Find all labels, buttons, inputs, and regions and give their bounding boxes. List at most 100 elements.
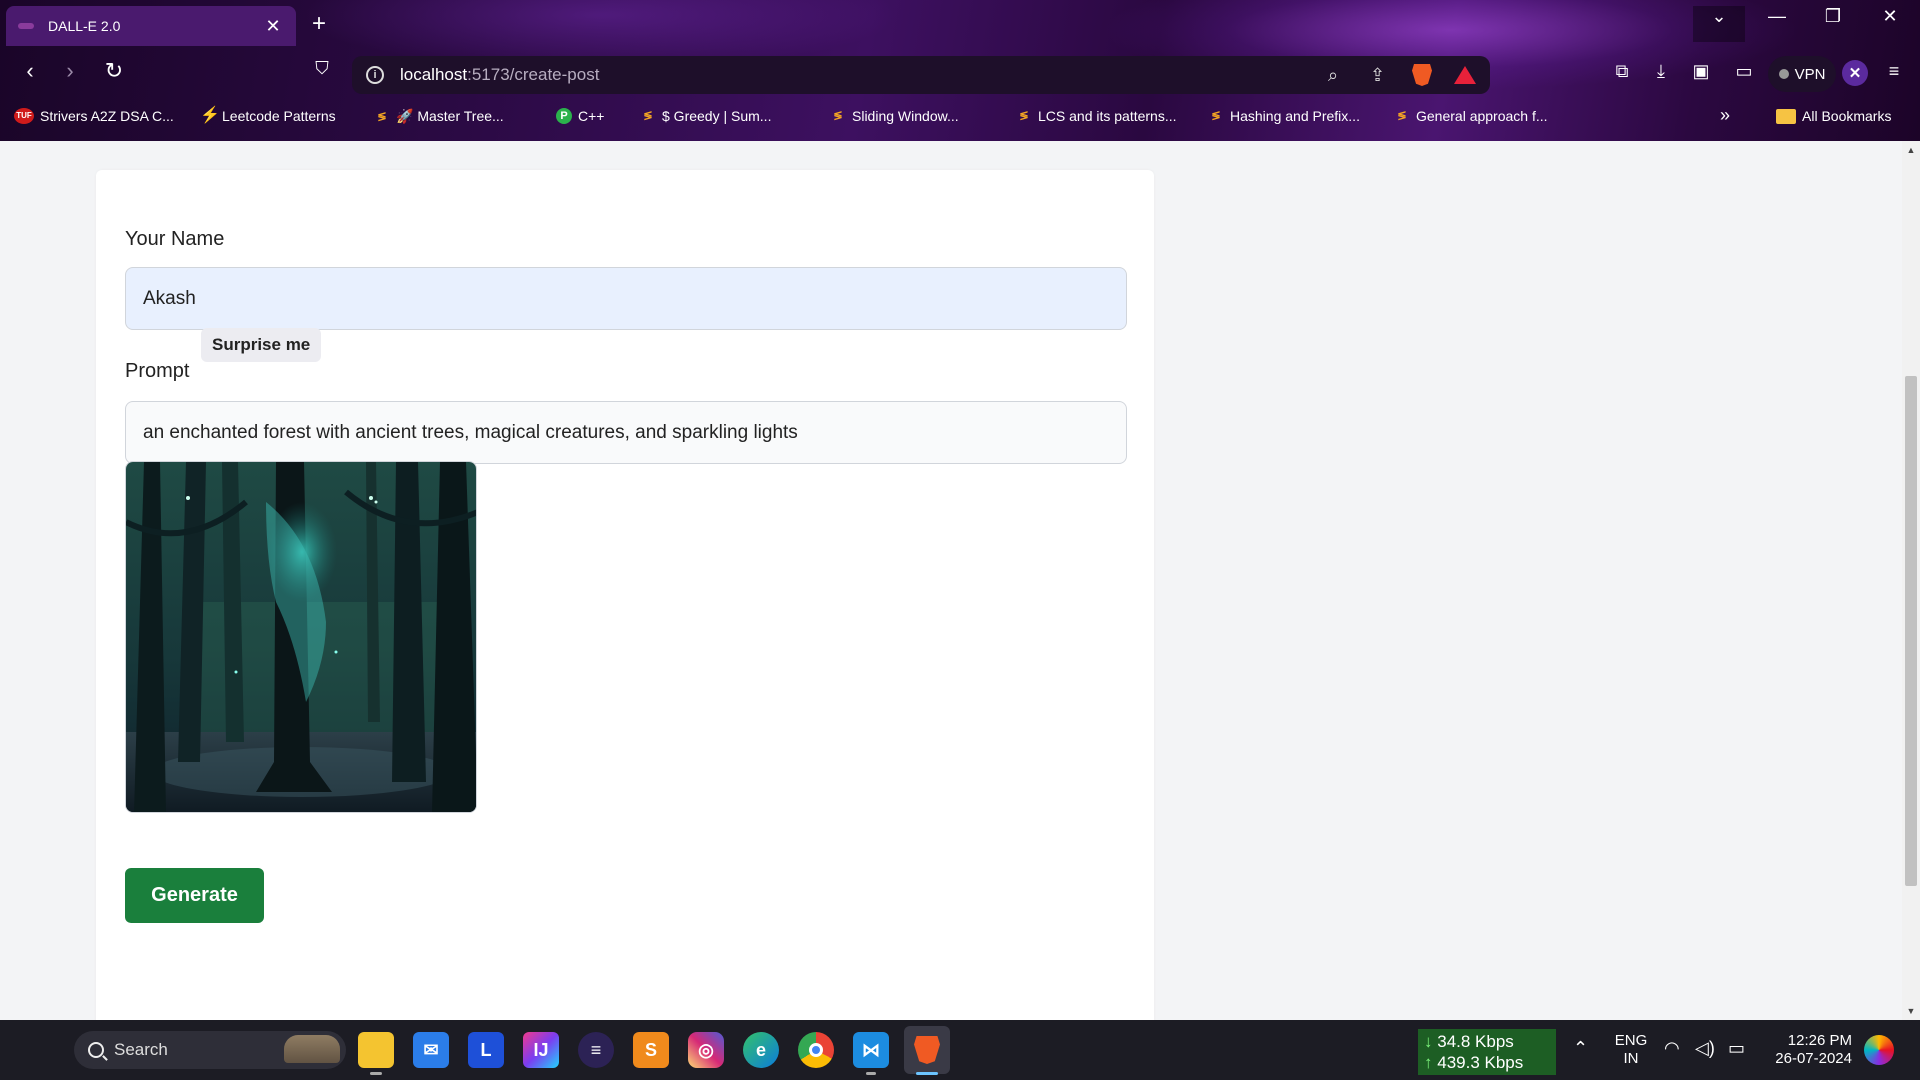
bookmark-item[interactable]: ≶ Hashing and Prefix... <box>1208 108 1360 124</box>
wallet-icon[interactable]: ▭ <box>1730 61 1758 82</box>
site-info-icon[interactable]: i <box>366 66 384 84</box>
surprise-me-button[interactable]: Surprise me <box>201 328 322 362</box>
brave-shields-icon[interactable] <box>1412 64 1432 86</box>
extensions-icon[interactable]: ⧉ <box>1608 61 1636 82</box>
windows-taskbar: Search ✉ L IJ ≡ S ◎ e ⋈ 34.8 Kbps 439.3 … <box>0 1020 1920 1080</box>
name-label: Your Name <box>125 228 225 250</box>
more-bookmarks-button[interactable]: » <box>1720 105 1730 126</box>
vpn-label: VPN <box>1794 65 1826 83</box>
new-tab-button[interactable]: + <box>312 10 326 38</box>
clock-time: 12:26 PM <box>1787 1032 1852 1049</box>
leetcode-icon: ⚡ <box>200 107 220 124</box>
vpn-status-icon <box>1778 69 1789 79</box>
eclipse-icon[interactable]: ≡ <box>578 1032 614 1068</box>
tab-close-icon[interactable]: ✕ <box>262 16 284 37</box>
bookmark-item[interactable]: ≶ General approach f... <box>1394 108 1547 124</box>
name-input-value: Akash <box>143 287 196 309</box>
upload-speed: 439.3 Kbps <box>1424 1052 1550 1073</box>
all-bookmarks-label: All Bookmarks <box>1802 108 1892 124</box>
language-code: ENG <box>1614 1032 1648 1049</box>
intellij-icon[interactable]: IJ <box>523 1032 559 1068</box>
bookmark-label: 🚀 Master Tree... <box>396 108 504 124</box>
forward-arrow-icon[interactable]: › <box>54 58 86 84</box>
taskbar-search[interactable]: Search <box>74 1031 346 1069</box>
sidebar-icon[interactable]: ▣ <box>1687 61 1715 82</box>
bookmark-page-icon[interactable]: ⛉ <box>306 58 338 79</box>
zoom-icon[interactable]: ⌕ <box>1328 65 1338 86</box>
leetcode-icon: ≶ <box>1211 110 1221 122</box>
bookmark-item[interactable]: ≶ Sliding Window... <box>830 108 959 124</box>
tab-title: DALL-E 2.0 <box>48 18 121 34</box>
url-host: localhost <box>400 65 468 84</box>
generate-button[interactable]: Generate <box>125 868 264 923</box>
file-explorer-icon[interactable] <box>358 1032 394 1068</box>
brave-icon <box>914 1036 940 1064</box>
language-indicator[interactable]: ENG IN <box>1612 1032 1650 1068</box>
clock[interactable]: 12:26 PM 26-07-2024 <box>1762 1032 1852 1068</box>
lark-icon[interactable]: L <box>468 1032 504 1068</box>
minimize-button[interactable]: — <box>1757 6 1797 27</box>
all-bookmarks-button[interactable]: All Bookmarks <box>1776 108 1891 124</box>
tab-search-icon[interactable]: ⌄ <box>1699 6 1739 27</box>
prompt-input-value: an enchanted forest with ancient trees, … <box>143 421 798 443</box>
taskbar-search-label: Search <box>114 1040 168 1059</box>
network-speed-widget[interactable]: 34.8 Kbps 439.3 Kbps <box>1418 1029 1556 1075</box>
wifi-icon[interactable]: ◠ <box>1664 1038 1680 1059</box>
bookmark-item[interactable]: ≶ $ Greedy | Sum... <box>640 108 771 124</box>
chrome-icon[interactable] <box>798 1032 834 1068</box>
create-post-form: Your Name Akash Prompt Surprise me an en… <box>96 170 1154 1020</box>
address-bar[interactable]: i localhost:5173/create-post ⌕ ⇪ <box>352 56 1490 94</box>
brave-rewards-icon[interactable] <box>1454 66 1476 84</box>
chevron-up-icon[interactable]: ⌃ <box>1573 1038 1588 1059</box>
leetcode-icon: ≶ <box>377 110 387 123</box>
active-indicator <box>916 1072 938 1075</box>
name-input[interactable]: Akash <box>125 267 1127 330</box>
page-scrollbar[interactable]: ▲ ▼ <box>1902 141 1920 1020</box>
bookmark-item[interactable]: ≶ LCS and its patterns... <box>1016 108 1177 124</box>
downloads-icon[interactable]: ⤓ <box>1647 61 1675 82</box>
restore-button[interactable]: ❐ <box>1813 6 1853 27</box>
menu-icon[interactable]: ≡ <box>1880 61 1908 82</box>
bookmark-label: Strivers A2Z DSA C... <box>40 108 174 124</box>
scrollbar-thumb[interactable] <box>1905 376 1917 886</box>
green-shield-icon: P <box>556 108 572 124</box>
profile-avatar[interactable]: ✕ <box>1842 60 1868 86</box>
region-code: IN <box>1623 1050 1639 1067</box>
vpn-button[interactable]: VPN <box>1768 56 1836 92</box>
brave-taskbar-active[interactable] <box>904 1026 950 1074</box>
copilot-icon[interactable] <box>1864 1035 1894 1065</box>
sublime-text-icon[interactable]: S <box>633 1032 669 1068</box>
scroll-down-arrow-icon[interactable]: ▼ <box>1902 1006 1920 1016</box>
tuf-icon: TUF <box>14 108 34 124</box>
bookmark-item[interactable]: ≶ 🚀 Master Tree... <box>374 108 504 125</box>
mail-icon[interactable]: ✉ <box>413 1032 449 1068</box>
prompt-input[interactable]: an enchanted forest with ancient trees, … <box>125 401 1127 464</box>
running-indicator <box>370 1072 382 1075</box>
close-window-button[interactable]: ✕ <box>1870 6 1910 27</box>
back-arrow-icon[interactable]: ‹ <box>14 58 46 84</box>
bookmark-item[interactable]: P C++ <box>556 108 604 124</box>
instagram-icon[interactable]: ◎ <box>688 1032 724 1068</box>
search-icon <box>88 1042 104 1058</box>
vscode-icon[interactable]: ⋈ <box>853 1032 889 1068</box>
windows-start-icon[interactable] <box>24 1034 56 1066</box>
bookmark-item[interactable]: TUF Strivers A2Z DSA C... <box>14 108 174 124</box>
volume-icon[interactable]: ◁) <box>1695 1038 1715 1059</box>
bookmark-item[interactable]: ⚡ Leetcode Patterns <box>200 107 336 125</box>
bookmark-label: $ Greedy | Sum... <box>662 108 772 124</box>
browser-toolbar: ‹ › ↻ ⛉ i localhost:5173/create-post ⌕ ⇪… <box>0 48 1920 100</box>
bookmark-label: Hashing and Prefix... <box>1230 108 1360 124</box>
bookmarks-bar: TUF Strivers A2Z DSA C... ⚡ Leetcode Pat… <box>0 100 1920 136</box>
folder-icon <box>1776 108 1796 124</box>
browser-tab-active[interactable]: DALL-E 2.0 ✕ <box>6 6 296 46</box>
bookmark-label: LCS and its patterns... <box>1038 108 1177 124</box>
search-highlight-art-icon <box>284 1035 340 1063</box>
battery-icon[interactable]: ▭ <box>1728 1038 1745 1059</box>
edge-icon[interactable]: e <box>743 1032 779 1068</box>
bookmark-label: Sliding Window... <box>852 108 959 124</box>
share-icon[interactable]: ⇪ <box>1370 65 1385 86</box>
reload-icon[interactable]: ↻ <box>98 58 130 84</box>
leetcode-icon: ≶ <box>1019 110 1029 122</box>
clock-date: 26-07-2024 <box>1775 1050 1852 1067</box>
scroll-up-arrow-icon[interactable]: ▲ <box>1902 145 1920 155</box>
